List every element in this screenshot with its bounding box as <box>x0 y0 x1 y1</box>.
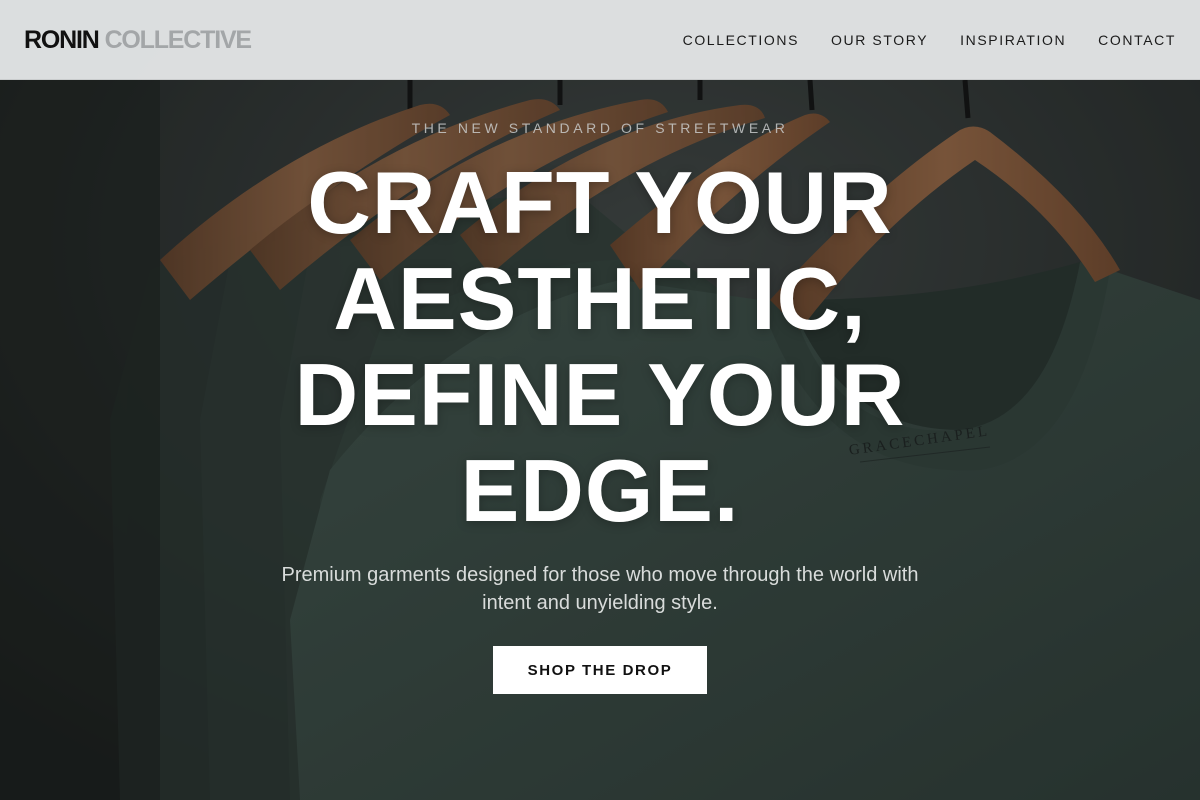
hero-eyebrow: THE NEW STANDARD OF STREETWEAR <box>411 120 789 136</box>
hero-subtext: Premium garments designed for those who … <box>281 564 919 614</box>
shop-the-drop-button[interactable]: SHOP THE DROP <box>493 646 707 694</box>
landing-page: GRACECHAPEL RONIN COLLECTIVE COLLECTIONS … <box>0 0 1200 800</box>
hero-headline-line-2: AESTHETIC, <box>333 249 867 348</box>
hero-headline-line-3: DEFINE YOUR <box>294 345 906 444</box>
hero-headline-line-1: CRAFT YOUR <box>307 153 893 252</box>
hero-section: THE NEW STANDARD OF STREETWEAR CRAFT YOU… <box>0 0 1200 800</box>
hero-headline-line-4: EDGE. <box>460 441 740 540</box>
hero-headline: CRAFT YOUR AESTHETIC, DEFINE YOUR EDGE. <box>200 155 1000 539</box>
